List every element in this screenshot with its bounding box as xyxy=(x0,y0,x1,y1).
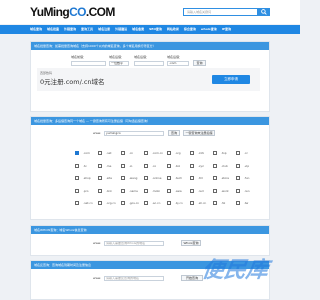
suffix-select[interactable]: .com xyxy=(167,61,189,66)
nav-item[interactable]: SEO查询 xyxy=(149,25,162,34)
query-unregistered-button[interactable]: 一键查询未注册后缀 xyxy=(183,130,215,136)
tld-checkbox[interactable]: .ac.cn xyxy=(144,201,160,205)
tld-checkbox[interactable]: .shop xyxy=(75,176,91,180)
tld-checkbox[interactable]: .org xyxy=(167,151,180,155)
tld-checkbox[interactable]: .hk xyxy=(213,201,225,205)
panel-title: 域名WHOIS查询：域名Whois信息查询 xyxy=(31,226,269,234)
prefix-input[interactable] xyxy=(71,61,106,66)
tld-checkbox[interactable]: .biz xyxy=(167,164,180,168)
field-label: 域名后缀： xyxy=(134,55,150,59)
whois-input[interactable]: 请输入需要查询Whois的域名 xyxy=(104,241,164,246)
tld-checkbox[interactable]: .net.cn xyxy=(75,201,93,205)
search-input[interactable]: 请输入域名关键词 xyxy=(183,8,258,16)
query-button[interactable]: 查询 xyxy=(168,130,180,136)
tld-checkbox[interactable]: .co xyxy=(144,164,156,168)
logo-suffix: .COM xyxy=(85,5,116,19)
tld-checkbox[interactable]: .info xyxy=(190,151,204,155)
tld-checkbox[interactable]: .tech xyxy=(167,176,182,180)
nav-item[interactable]: 网站收录 xyxy=(167,25,179,34)
tld-checkbox[interactable]: .link xyxy=(98,189,112,193)
ad-brand: 西部数码 xyxy=(40,71,53,75)
query-button[interactable]: 查询 xyxy=(193,60,206,66)
prefix-label: www. xyxy=(93,131,102,135)
search-icon xyxy=(261,9,267,15)
nav-item[interactable]: 外链建设 xyxy=(115,25,127,34)
tld-checkbox[interactable]: .me xyxy=(98,164,111,168)
main-nav: 域名查询 域名批量 外链查询 查询工具 域名注册 外链建设 域名备案 SEO查询… xyxy=(0,25,300,34)
nav-item[interactable]: whois查询 xyxy=(201,25,217,34)
prefix-label: www. xyxy=(93,276,102,280)
tld-checkbox[interactable]: .top xyxy=(213,151,226,155)
tld-checkbox[interactable]: .vip xyxy=(236,164,249,168)
tld-checkbox[interactable]: .wang xyxy=(121,176,137,180)
field-label: 域名前缀： xyxy=(71,55,87,59)
tld-checkbox[interactable]: .bj.cn xyxy=(167,201,183,205)
tld-checkbox[interactable]: .red xyxy=(190,189,203,193)
ad-title: 0元注册.com/.cn域名 xyxy=(40,78,105,86)
nav-item[interactable]: 域名查询 xyxy=(30,25,42,34)
whois-query-button[interactable]: Whois查询 xyxy=(181,240,201,246)
batch-query-panel: 域名批量查询：如需批量查询域名（支持1000个以内的域名查询，多个域名用换行符区… xyxy=(30,41,270,112)
whois-panel: 域名WHOIS查询：域名Whois信息查询 www. 请输入需要查询Whois的… xyxy=(30,225,270,256)
tld-checkbox[interactable]: .asia xyxy=(167,189,182,193)
nav-item[interactable]: 域名备案 xyxy=(132,25,144,34)
tld-checkbox[interactable]: .site xyxy=(98,176,112,180)
nav-item[interactable]: IP查询 xyxy=(222,25,231,34)
field-label: 域名后缀： xyxy=(167,55,183,59)
watermark: 便民库 xyxy=(200,258,270,283)
tld-checkbox[interactable]: .store xyxy=(213,176,229,180)
tld-checkbox[interactable]: .cc xyxy=(236,151,248,155)
tld-checkbox[interactable]: .club xyxy=(213,164,228,168)
tld-checkbox[interactable]: .org.cn xyxy=(98,201,116,205)
tld-checkbox[interactable]: .xyz xyxy=(190,164,204,168)
tld-checkbox[interactable]: .net xyxy=(98,151,111,155)
nav-item[interactable]: 外链查询 xyxy=(64,25,76,34)
tld-checkbox[interactable]: .fun xyxy=(236,176,249,180)
site-logo[interactable]: YuMingCO.COM xyxy=(30,5,115,19)
domain-input[interactable]: yumingco xyxy=(104,131,164,136)
tld-checkbox[interactable]: .com.cn xyxy=(144,151,163,155)
tld-checkbox[interactable]: .work xyxy=(213,189,229,193)
tld-checkbox[interactable]: .com xyxy=(75,151,90,155)
tld-checkbox[interactable]: .tw xyxy=(236,201,248,205)
prefix-label: www. xyxy=(93,241,102,245)
nav-item[interactable]: 域名注册 xyxy=(98,25,110,34)
tld-checkbox[interactable]: .pro xyxy=(75,189,88,193)
tld-checkbox[interactable]: .io xyxy=(121,164,132,168)
panel-title: 域名批量查询：多后缀查询同一个域名 — 一键查询所有可注册后缀（可勾选后缀查询） xyxy=(31,117,269,125)
tld-checkbox[interactable]: .ren xyxy=(236,189,249,193)
prefix-select[interactable]: 一位数字 xyxy=(109,61,129,66)
nav-item[interactable]: 域名批量 xyxy=(47,25,59,34)
ad-apply-button[interactable]: 立即申请 xyxy=(212,75,250,84)
tld-checkbox[interactable]: .cn xyxy=(121,151,133,155)
nav-item[interactable]: 综合查询 xyxy=(184,25,196,34)
multi-suffix-panel: 域名批量查询：多后缀查询同一个域名 — 一键查询所有可注册后缀（可勾选后缀查询）… xyxy=(30,116,270,220)
panel-title: 域名批量查询：如需批量查询域名（支持1000个以内的域名查询，多个域名用换行符区… xyxy=(31,42,269,50)
tld-checkbox[interactable]: .online xyxy=(144,176,161,180)
field-label: 域名后缀： xyxy=(109,55,125,59)
reverse-input[interactable]: 请输入需要反查询的域名 xyxy=(104,276,164,281)
suffix-input[interactable] xyxy=(134,61,164,66)
logo-accent: CO xyxy=(69,5,86,19)
site-header: YuMingCO.COM 请输入域名关键词 xyxy=(0,0,300,24)
logo-text: YuMing xyxy=(30,5,70,19)
tld-checkbox[interactable]: .name xyxy=(121,189,138,193)
nav-item[interactable]: 查询工具 xyxy=(81,25,93,34)
ad-banner[interactable]: 西部数码 0元注册.com/.cn域名 立即申请 xyxy=(37,68,260,91)
tld-checkbox[interactable]: .ltd xyxy=(190,176,203,180)
tld-checkbox[interactable]: .sh.cn xyxy=(190,201,206,205)
tld-checkbox[interactable]: .tv xyxy=(75,164,87,168)
tld-checkbox[interactable]: .mobi xyxy=(144,189,160,193)
search-button[interactable] xyxy=(258,8,270,16)
tld-checkbox[interactable]: .gov.cn xyxy=(121,201,139,205)
